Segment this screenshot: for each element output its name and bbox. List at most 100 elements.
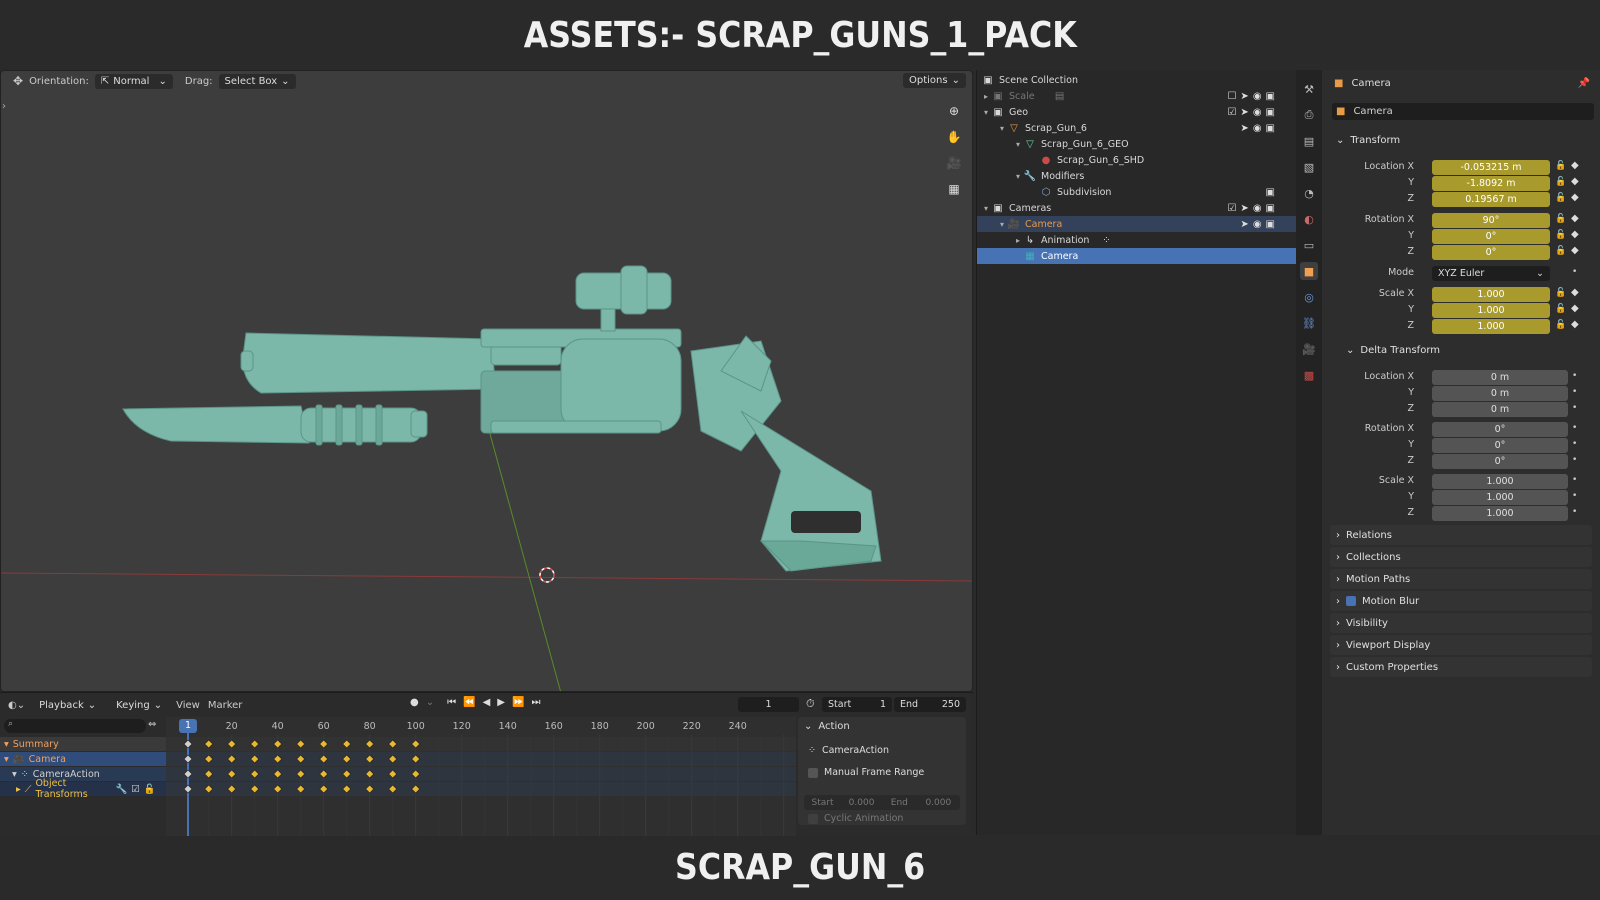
keyframe-icon[interactable]: ◆ [1571,319,1579,330]
render-camera-icon[interactable]: ▣ [1266,187,1275,198]
toolbar-expand-icon[interactable]: › [2,101,6,112]
action-end-field[interactable]: End 0.000 [882,795,960,810]
world-tab-icon[interactable]: ◐ [1300,210,1318,228]
outliner-row-scale[interactable]: ▸ ▣ Scale ▤ ☐ ➤ ◉ ▣ [977,88,1297,104]
expand-arrow-icon[interactable]: ▸ [981,92,991,101]
relations-panel-header[interactable]: › Relations [1330,525,1592,545]
location-y-field[interactable]: -1.8092 m [1432,176,1550,191]
drag-dropdown[interactable]: Select Box ⌄ [218,73,296,89]
motion-blur-checkbox[interactable] [1346,596,1356,606]
start-frame-field[interactable]: Start 1 [822,697,892,712]
channel-summary[interactable]: ▾ Summary [0,737,166,751]
scale-y-field[interactable]: 1.000 [1432,303,1550,318]
select-arrow-icon[interactable]: ➤ [1240,91,1248,102]
outliner-row-camera-object[interactable]: ▾ 🎥 Camera ➤ ◉ ▣ [977,216,1297,232]
prev-keyframe-icon[interactable]: ⏪ [463,697,475,708]
object-name-field[interactable]: ■ Camera [1332,103,1594,120]
delta-location-x-field[interactable]: 0 m [1432,370,1568,385]
keyframe-icon[interactable]: ◆ [1571,213,1579,224]
keyframe-icon[interactable]: ◆ [1571,176,1579,187]
physics-tab-icon[interactable]: ◎ [1300,288,1318,306]
outliner-row-geo[interactable]: ▾ ▣ Geo ☑ ➤ ◉ ▣ [977,104,1297,120]
camera-data-tab-icon[interactable]: 🎥 [1300,340,1318,358]
outliner-row-scrap-gun-6-geo[interactable]: ▾ ▽ Scrap_Gun_6_GEO [977,136,1297,152]
channel-camera[interactable]: ▾ 🎥 Camera [0,752,166,766]
lock-icon[interactable]: 🔓 [1555,246,1566,256]
keyframe-dot-icon[interactable]: • [1572,491,1577,501]
rotation-y-field[interactable]: 0° [1432,229,1550,244]
keyframe-icon[interactable]: ◆ [1571,192,1579,203]
eye-icon[interactable]: ◉ [1253,91,1262,102]
delta-rotation-y-field[interactable]: 0° [1432,438,1568,453]
keyframe-icon[interactable]: ◆ [1571,287,1579,298]
jump-end-icon[interactable]: ⏭ [531,697,540,708]
tool-tab-icon[interactable]: ⚒ [1300,80,1318,98]
keyframe-dot-icon[interactable]: • [1572,403,1577,413]
viewport-display-panel-header[interactable]: › Viewport Display [1330,635,1592,655]
delta-scale-x-field[interactable]: 1.000 [1432,474,1568,489]
lock-icon[interactable]: 🔓 [1555,230,1566,240]
scale-z-field[interactable]: 1.000 [1432,319,1550,334]
lock-icon[interactable]: 🔓 [1555,320,1566,330]
location-x-field[interactable]: -0.053215 m [1432,160,1550,175]
outliner-row-modifiers[interactable]: ▾ 🔧 Modifiers [977,168,1297,184]
delta-scale-y-field[interactable]: 1.000 [1432,490,1568,505]
zoom-icon[interactable]: ⊕ [944,101,964,121]
expand-arrow-icon[interactable]: ▾ [1013,172,1023,181]
keyframe-icon[interactable]: ◆ [1571,303,1579,314]
jump-start-icon[interactable]: ⏮ [447,697,456,708]
wrench-icon[interactable]: 🔧 [115,784,127,795]
rotation-z-field[interactable]: 0° [1432,245,1550,260]
properties-editor[interactable]: ■ Camera 📌 ■ Camera ⌄ Transform Location… [1322,70,1600,835]
outliner-row-camera-data[interactable]: ▦ Camera [977,248,1297,264]
expand-arrow-icon[interactable]: ▾ [997,124,1007,133]
outliner-row-scrap-gun-6-shd[interactable]: ● Scrap_Gun_6_SHD [977,152,1297,168]
action-name-row[interactable]: ⁘ CameraAction [808,745,889,756]
motion-blur-panel-header[interactable]: › Motion Blur [1330,591,1592,611]
3d-viewport[interactable]: ✥ Orientation: ⇱ Normal ⌄ Drag: Select B… [0,70,973,692]
action-panel-header[interactable]: ⌄ Action [804,721,850,732]
lock-icon[interactable]: 🔓 [1555,177,1566,187]
custom-properties-panel-header[interactable]: › Custom Properties [1330,657,1592,677]
render-camera-icon[interactable]: ▣ [1266,219,1275,230]
keyframe-icon[interactable]: ◆ [1571,160,1579,171]
keying-menu[interactable]: Keying ⌄ [110,698,168,713]
render-camera-icon[interactable]: ▣ [1266,123,1275,134]
current-frame-field[interactable]: 1 [738,697,799,712]
keyframe-dot-icon[interactable]: • [1572,439,1577,449]
view-menu[interactable]: View [176,700,200,711]
render-camera-icon[interactable]: ▣ [1266,107,1275,118]
swap-arrows-icon[interactable]: ⇔ [148,719,156,730]
editor-type-clock-icon[interactable]: ◐⌄ [8,700,25,711]
scene-tab-icon[interactable]: ◔ [1300,184,1318,202]
keyframe-dot-icon[interactable]: • [1572,371,1577,381]
keyframe-dot-icon[interactable]: • [1572,455,1577,465]
keyframe-dot-icon[interactable]: • [1572,267,1577,277]
keyframe-icon[interactable]: ◆ [1571,245,1579,256]
expand-arrow-icon[interactable]: ▾ [981,204,991,213]
view-layer-tab-icon[interactable]: ▧ [1300,158,1318,176]
scale-x-field[interactable]: 1.000 [1432,287,1550,302]
manual-frame-range-checkbox[interactable] [808,767,818,778]
outliner-row-subdivision[interactable]: ⬡ Subdivision ▣ [977,184,1297,200]
end-frame-field[interactable]: End 250 [894,697,966,712]
pan-hand-icon[interactable]: ✋ [944,127,964,147]
select-arrow-icon[interactable]: ➤ [1240,219,1248,230]
constraints-tab-icon[interactable]: ⛓ [1300,314,1318,332]
render-camera-icon[interactable]: ▣ [1266,203,1275,214]
select-arrow-icon[interactable]: ➤ [1240,123,1248,134]
record-icon[interactable]: ● [410,697,419,708]
select-arrow-icon[interactable]: ➤ [1240,107,1248,118]
lock-icon[interactable]: 🔓 [1555,288,1566,298]
keyframe-dot-icon[interactable]: • [1572,387,1577,397]
motion-paths-panel-header[interactable]: › Motion Paths [1330,569,1592,589]
keyframe-dot-icon[interactable]: • [1572,475,1577,485]
cyclic-animation-checkbox[interactable] [808,813,818,824]
stopwatch-icon[interactable]: ⏱ [806,697,815,711]
play-reverse-icon[interactable]: ◀ [483,697,491,708]
lock-icon[interactable]: 🔓 [144,784,156,795]
expand-arrow-icon[interactable]: ▾ [4,739,9,750]
channel-object-transforms[interactable]: ▸ ⟋ Object Transforms 🔧 ☑ 🔓 [0,778,166,800]
keyframe-dot-icon[interactable]: • [1572,423,1577,433]
next-keyframe-icon[interactable]: ⏩ [512,697,524,708]
